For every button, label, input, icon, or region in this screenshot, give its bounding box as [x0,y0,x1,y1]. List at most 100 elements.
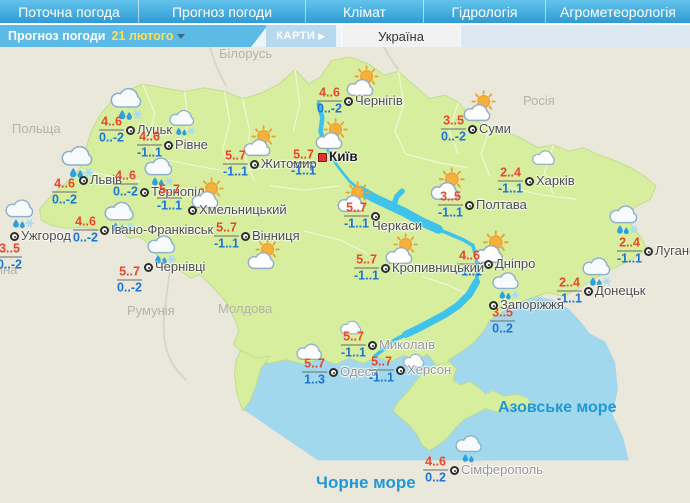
day-temperature: 3..5 [438,191,463,206]
night-temperature: -1..1 [438,206,463,220]
city-name[interactable]: Вінниця [252,228,300,244]
city-marker[interactable] [344,97,353,106]
day-temperature: 4..6 [423,456,448,471]
nav-tab-current-weather[interactable]: Поточна погода [0,0,138,23]
temperature-block: 3..5 0..-2 [0,243,22,272]
city-name[interactable]: Кропивницький [392,260,484,276]
day-temperature: 5..7 [344,202,369,217]
night-temperature: -1..1 [344,217,369,231]
day-temperature: 4..6 [99,116,124,131]
city-marker[interactable] [164,141,173,150]
city-marker[interactable] [10,232,19,241]
city-name[interactable]: Чернігів [355,93,403,109]
main-navigation: Поточна погода Прогноз погоди Клімат Гід… [0,0,690,23]
day-temperature: 3..5 [441,115,466,130]
city-name[interactable]: Івано-Франківськ [111,222,213,238]
city-marker[interactable] [489,301,498,310]
city-marker[interactable] [368,341,377,350]
subnav-filler [461,25,690,47]
temperature-block: 3..5 -1..1 [438,191,463,220]
temperature-block: 5..7 -1..1 [157,184,182,213]
city-marker[interactable] [584,287,593,296]
temperature-block: 5..7 0..-2 [117,266,142,295]
city-name[interactable]: Харків [536,173,575,189]
city-marker[interactable] [188,206,197,215]
temperature-block: 4..6 0..-2 [73,216,98,245]
night-temperature: -1..1 [354,269,379,283]
forecast-ribbon: Прогноз погоди 21 лютого [0,25,268,47]
city-name[interactable]: Чернівці [155,259,205,275]
day-temperature: 4..6 [52,178,77,193]
temperature-block: 4..6 0..-2 [317,87,342,116]
city-name[interactable]: Хмельницький [199,202,287,218]
city-name[interactable]: Полтава [476,197,527,213]
day-temperature: 5..7 [302,358,327,373]
city-name[interactable]: Запоріжжя [500,297,564,313]
city-marker[interactable] [126,126,135,135]
city-marker[interactable] [100,226,109,235]
temperature-block: 5..7 -1..1 [214,222,239,251]
weather-map: ПольщаБілорусьРосіяРумуніяМолдоващинаАзо… [0,47,690,503]
day-temperature: 5..7 [157,184,182,199]
day-temperature: 4..6 [73,216,98,231]
city-name[interactable]: Київ [329,149,358,165]
city-name[interactable]: Луганськ [655,243,690,259]
day-temperature: 5..7 [117,266,142,281]
nav-tab-forecast[interactable]: Прогноз погоди [138,0,305,23]
night-temperature: -1..1 [291,164,316,178]
tab-ukraine[interactable]: Україна [341,25,461,47]
temperature-block: 3..5 0..-2 [441,115,466,144]
city-marker[interactable] [381,264,390,273]
temperature-block: 2..4 -1..1 [617,237,642,266]
night-temperature: 0..-2 [441,130,466,144]
temperature-block: 4..6 0..2 [423,456,448,485]
temperature-block: 2..4 -1..1 [498,167,523,196]
temperature-block: 5..7 -1..1 [344,202,369,231]
day-temperature: 2..4 [498,167,523,182]
city-name[interactable]: Ужгород [21,228,71,244]
city-marker[interactable] [465,201,474,210]
section-title: Прогноз погоди [8,29,106,43]
nav-tab-agrometeorology[interactable]: Агрометеорологія [545,0,690,23]
arrow-right-icon: ▶ [318,31,325,42]
city-marker[interactable] [450,466,459,475]
city-name[interactable]: Сімферополь [461,462,543,478]
city-name[interactable]: Миколаїв [379,337,435,353]
city-name[interactable]: Черкаси [372,218,422,234]
chevron-down-icon[interactable] [177,34,185,39]
date-selector[interactable]: 21 лютого [112,29,174,43]
night-temperature: -1..1 [214,237,239,251]
city-marker[interactable] [318,153,327,162]
city-marker[interactable] [144,263,153,272]
city-name[interactable]: Херсон [407,362,451,378]
city-marker[interactable] [140,188,149,197]
city-marker[interactable] [525,177,534,186]
city-marker[interactable] [396,366,405,375]
day-temperature: 4..6 [137,131,162,146]
city-marker[interactable] [329,368,338,377]
city-marker[interactable] [468,125,477,134]
temperature-block: 5..7 -1..1 [291,149,316,178]
nav-tab-hydrology[interactable]: Гідрологія [423,0,545,23]
night-temperature: 0..-2 [52,193,77,207]
day-temperature: 5..7 [369,356,394,371]
city-name[interactable]: Дніпро [495,256,535,272]
city-marker[interactable] [484,260,493,269]
night-temperature: 0..-2 [99,131,124,145]
maps-button[interactable]: КАРТИ ▶ [266,25,336,47]
city-marker[interactable] [79,176,88,185]
nav-tab-climate[interactable]: Клімат [305,0,423,23]
city-name[interactable]: Суми [479,121,511,137]
city-name[interactable]: Донецьк [595,283,646,299]
night-temperature: 0..-2 [317,102,342,116]
day-temperature: 4..6 [317,87,342,102]
city-marker[interactable] [644,247,653,256]
city-marker[interactable] [250,160,259,169]
city-marker[interactable] [241,232,250,241]
temperature-block: 5..7 -1..1 [341,331,366,360]
day-temperature: 4..6 [113,170,138,185]
night-temperature: 0..-2 [117,281,142,295]
city-name[interactable]: Рівне [175,137,208,153]
day-temperature: 2..4 [557,277,582,292]
night-temperature: 0..-2 [73,231,98,245]
